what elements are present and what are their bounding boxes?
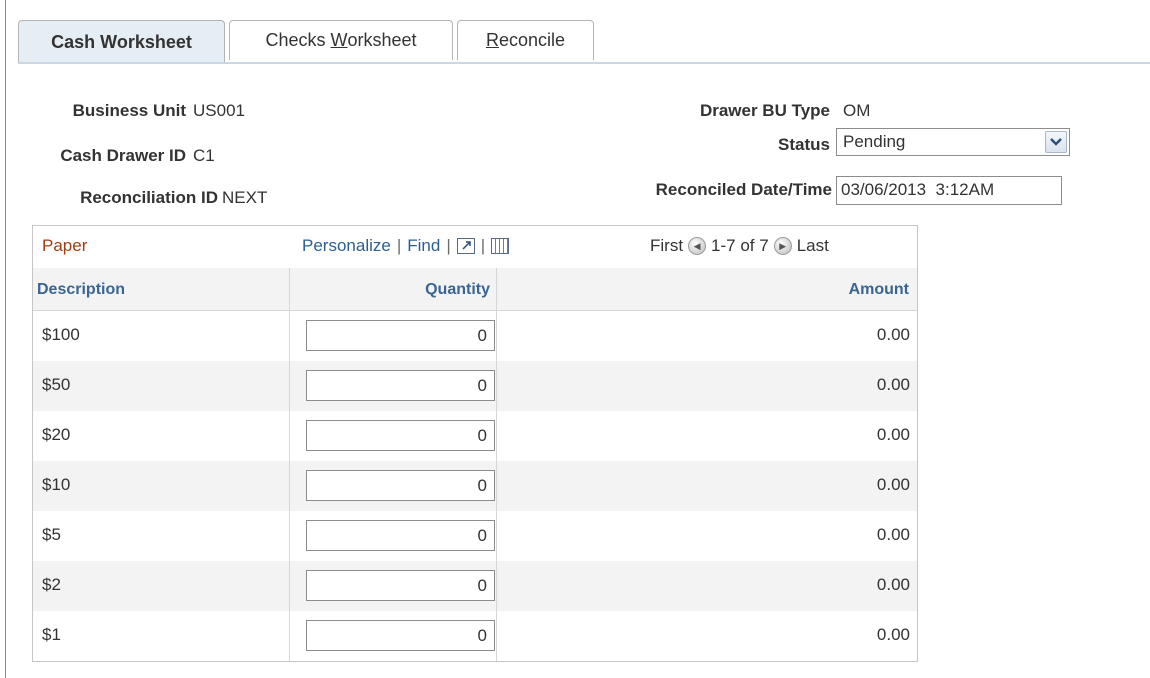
cash-drawer-id-label: Cash Drawer ID	[60, 146, 186, 165]
tab-accelerator: R	[485, 30, 499, 50]
tab-label: Checks	[265, 30, 331, 50]
first-link[interactable]: First	[650, 236, 683, 256]
left-border	[5, 0, 6, 678]
table-row: $2 0 0.00	[33, 561, 917, 611]
status-dropdown[interactable]: Pending	[836, 128, 1070, 156]
grid-header: Paper Personalize | Find | | First ◀ 1-7…	[33, 226, 917, 269]
row-range: 1-7 of 7	[711, 236, 769, 255]
amount-cell: 0.00	[876, 475, 910, 494]
description-cell: $20	[42, 425, 71, 444]
table-row: $1 0 0.00	[33, 611, 917, 661]
drawer-bu-type-value: OM	[843, 101, 871, 120]
column-header-amount: Amount	[496, 268, 917, 311]
spreadsheet-icon[interactable]	[491, 238, 510, 254]
grid-toolbar: Personalize | Find | |	[302, 236, 510, 256]
table-row: $20 0 0.00	[33, 411, 917, 461]
grid-title: Paper	[42, 236, 88, 255]
table-row: $50 0 0.00	[33, 361, 917, 411]
amount-cell: 0.00	[876, 625, 910, 644]
reconciled-datetime-label: Reconciled Date/Time	[655, 180, 832, 199]
status-selected-value: Pending	[843, 132, 906, 151]
cash-drawer-id-value: C1	[193, 146, 215, 165]
tab-label: orksheet	[347, 30, 417, 50]
new-window-icon[interactable]	[456, 238, 475, 254]
amount-cell: 0.00	[876, 375, 910, 394]
tab-label: econcile	[498, 30, 566, 50]
tab-reconcile[interactable]: Reconcile	[457, 20, 594, 60]
description-cell: $50	[42, 375, 71, 394]
personalize-link[interactable]: Personalize	[302, 236, 391, 256]
table-row: $100 0 0.00	[33, 311, 917, 361]
drawer-bu-type-label: Drawer BU Type	[699, 101, 830, 120]
quantity-input[interactable]: 0	[306, 570, 495, 601]
column-divider	[496, 268, 497, 661]
column-divider	[289, 268, 290, 661]
amount-cell: 0.00	[876, 425, 910, 444]
tab-underline	[18, 62, 1150, 64]
next-arrow-icon[interactable]: ▶	[773, 237, 792, 255]
quantity-input[interactable]: 0	[306, 420, 495, 451]
status-label: Status	[778, 135, 830, 154]
tab-checks-worksheet[interactable]: Checks Worksheet	[229, 20, 453, 60]
description-cell: $10	[42, 475, 71, 494]
separator: |	[396, 236, 402, 255]
business-unit-label: Business Unit	[72, 101, 186, 120]
reconciled-datetime-value: 03/06/2013 3:12AM	[841, 180, 995, 199]
description-cell: $1	[42, 625, 61, 644]
quantity-input[interactable]: 0	[306, 620, 495, 651]
reconciled-datetime-input[interactable]: 03/06/2013 3:12AM	[836, 176, 1062, 205]
quantity-input[interactable]: 0	[306, 320, 495, 351]
chevron-down-icon[interactable]	[1045, 131, 1067, 153]
amount-cell: 0.00	[876, 575, 910, 594]
quantity-input[interactable]: 0	[306, 470, 495, 501]
find-link[interactable]: Find	[407, 236, 440, 256]
tab-cash-worksheet[interactable]: Cash Worksheet	[18, 20, 225, 63]
separator: |	[446, 236, 451, 255]
grid-pager: First ◀ 1-7 of 7 ▶ Last	[650, 236, 829, 256]
separator: |	[480, 236, 486, 255]
reconciliation-id-label: Reconciliation ID	[80, 188, 218, 207]
description-cell: $100	[42, 325, 80, 344]
amount-cell: 0.00	[876, 325, 910, 344]
quantity-input[interactable]: 0	[306, 370, 495, 401]
description-cell: $5	[42, 525, 61, 544]
amount-cell: 0.00	[876, 525, 910, 544]
column-header-description: Description	[33, 268, 289, 311]
table-row: $5 0 0.00	[33, 511, 917, 561]
paper-grid: Paper Personalize | Find | | First ◀ 1-7…	[32, 225, 918, 662]
tab-bar: Cash Worksheet Checks Worksheet Reconcil…	[18, 20, 598, 63]
reconciliation-id-value: NEXT	[222, 188, 268, 207]
tab-accelerator: W	[330, 30, 348, 50]
table-row: $10 0 0.00	[33, 461, 917, 511]
column-header-quantity: Quantity	[289, 268, 496, 311]
description-cell: $2	[42, 575, 61, 594]
tab-label: Cash Worksheet	[51, 31, 192, 52]
business-unit-value: US001	[193, 101, 245, 120]
prev-arrow-icon[interactable]: ◀	[688, 237, 707, 255]
last-link[interactable]: Last	[797, 236, 829, 256]
quantity-input[interactable]: 0	[306, 520, 495, 551]
